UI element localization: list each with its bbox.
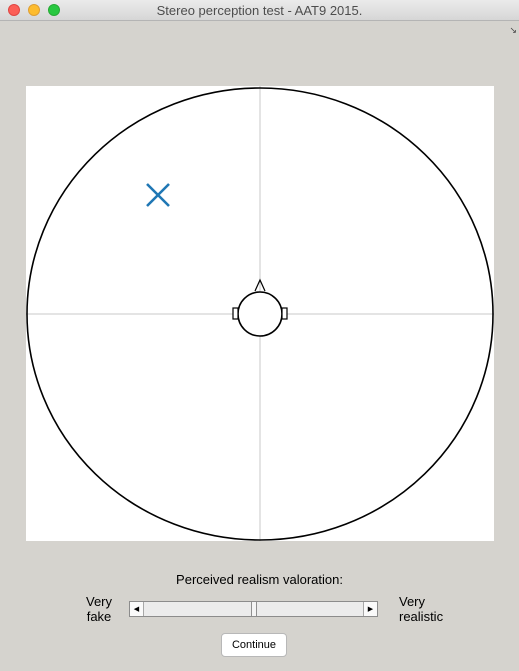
- slider-decrement-button[interactable]: ◀: [130, 602, 144, 616]
- title-bar: Stereo perception test - AAT9 2015.: [0, 0, 519, 21]
- very-realistic-label: Very realistic: [399, 594, 443, 624]
- very-realistic-label-line2: realistic: [399, 609, 444, 624]
- very-fake-label-line1: Very: [86, 594, 113, 609]
- continue-button[interactable]: Continue: [221, 633, 287, 657]
- window-title: Stereo perception test - AAT9 2015.: [156, 3, 363, 18]
- very-fake-label: Very fake: [86, 594, 112, 624]
- position-plot[interactable]: [26, 86, 494, 541]
- slider-increment-button[interactable]: ▶: [363, 602, 377, 616]
- right-ear: [281, 307, 288, 320]
- slider-thumb[interactable]: [250, 602, 257, 616]
- resize-grip-icon[interactable]: ↘: [509, 26, 517, 36]
- x-marker-icon[interactable]: [146, 183, 170, 207]
- position-plot-svg[interactable]: [26, 86, 494, 541]
- very-realistic-label-line1: Very: [399, 594, 426, 609]
- realism-slider[interactable]: ◀ ▶: [129, 601, 378, 617]
- app-window: Stereo perception test - AAT9 2015. ↘ Pe…: [0, 0, 519, 671]
- very-fake-label-line2: fake: [86, 609, 112, 624]
- head-circle: [237, 291, 283, 337]
- left-ear: [232, 307, 239, 320]
- rating-title: Perceived realism valoration:: [176, 572, 343, 587]
